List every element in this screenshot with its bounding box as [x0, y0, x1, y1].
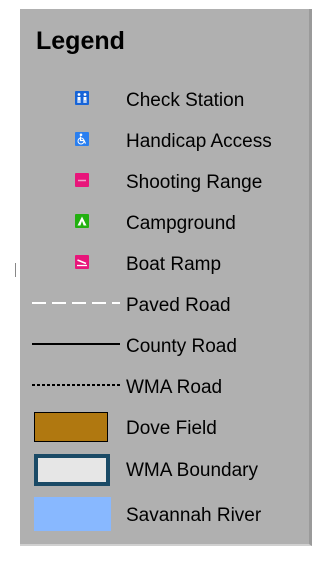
- map-edge-tick: [15, 263, 16, 277]
- county-road-line: [32, 343, 120, 345]
- legend-item-wma-boundary: WMA Boundary: [20, 452, 309, 486]
- legend-item-wma-road: WMA Road: [20, 369, 309, 401]
- legend-label: WMA Boundary: [126, 460, 258, 481]
- legend-label: Boat Ramp: [126, 254, 222, 275]
- legend-label: County Road: [126, 336, 237, 357]
- paved-road-line: [32, 302, 120, 304]
- legend-item-paved-road: Paved Road: [20, 287, 309, 319]
- legend-item-shooting-range: Shooting Range: [20, 164, 309, 196]
- handicap-access-icon: [75, 132, 89, 146]
- legend-label: Campground: [126, 213, 236, 234]
- legend-label: Paved Road: [126, 295, 231, 316]
- legend-label: Dove Field: [126, 418, 217, 439]
- legend-label: Handicap Access: [126, 131, 272, 152]
- campground-icon: [75, 214, 89, 228]
- legend-label: Check Station: [126, 90, 245, 111]
- legend-label: Savannah River: [126, 505, 262, 526]
- legend-item-county-road: County Road: [20, 328, 309, 360]
- dove-field-swatch: [34, 412, 108, 442]
- legend-item-savannah-river: Savannah River: [20, 495, 309, 531]
- legend-label: Shooting Range: [126, 172, 263, 193]
- legend-item-campground: Campground: [20, 205, 309, 237]
- shooting-range-icon: [75, 173, 89, 187]
- legend-item-dove-field: Dove Field: [20, 410, 309, 442]
- legend-label: WMA Road: [126, 377, 223, 398]
- legend-item-handicap-access: Handicap Access: [20, 123, 309, 155]
- legend-item-boat-ramp: Boat Ramp: [20, 246, 309, 278]
- wma-road-line: [32, 384, 120, 386]
- legend-title: Legend: [36, 27, 125, 55]
- savannah-river-swatch: [34, 497, 111, 531]
- check-station-icon: [75, 91, 89, 105]
- boat-ramp-icon: [75, 255, 89, 269]
- wma-boundary-swatch: [34, 454, 110, 486]
- map-legend-panel: Legend Check Station Handicap Access Sho…: [20, 9, 312, 546]
- legend-item-check-station: Check Station: [20, 82, 309, 114]
